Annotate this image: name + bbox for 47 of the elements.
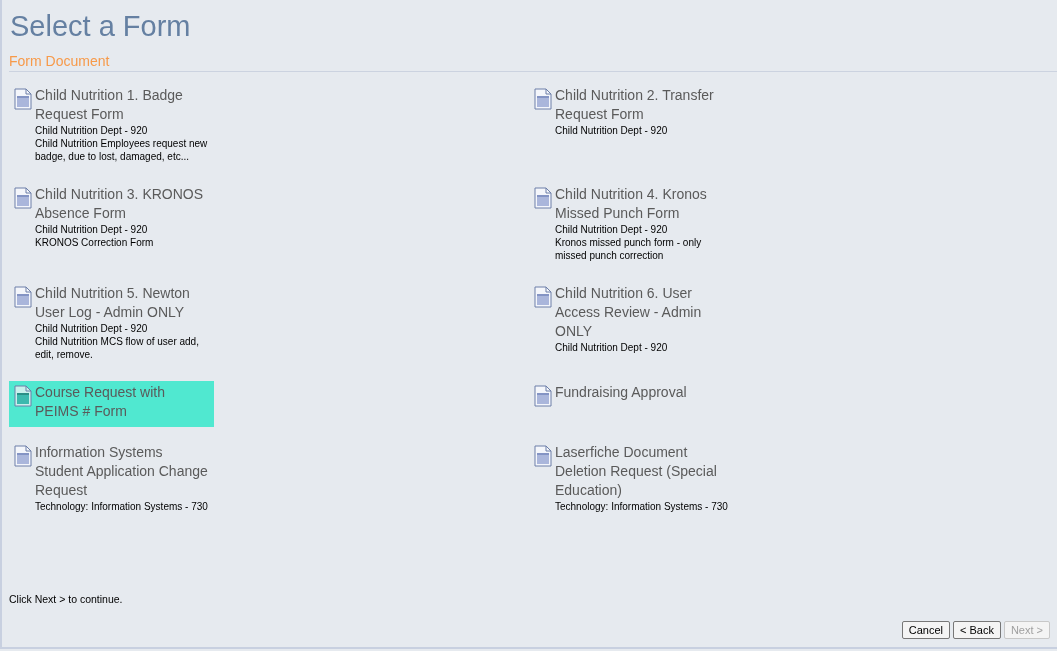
- form-title: Child Nutrition 1. Badge Request Form: [35, 86, 184, 124]
- form-item[interactable]: Course Request with PEIMS # Form: [9, 381, 214, 427]
- document-icon: [14, 385, 32, 407]
- form-item[interactable]: Child Nutrition 6. User Access Review - Admin ONLY Child Nutrition Dept - 920: [529, 282, 734, 360]
- document-icon: [14, 286, 32, 308]
- form-description: Child Nutrition Dept - 920: [555, 124, 669, 137]
- form-description: Child Nutrition Employees request new badge, due to lost, damaged, etc...: [35, 137, 209, 163]
- form-item[interactable]: Child Nutrition 3. KRONOS Absence Form Child Nutrition Dept - 920 KRONOS Correction Form: [9, 183, 214, 255]
- document-icon: [534, 88, 552, 110]
- form-title: Child Nutrition 2. Transfer Request Form: [555, 86, 715, 124]
- wizard-button[interactable]: < Back: [952, 621, 1001, 639]
- form-description: Child Nutrition MCS flow of user add, edit, remove.: [35, 335, 200, 361]
- form-title: Child Nutrition 5. Newton User Log - Admin ONLY: [35, 284, 191, 322]
- document-icon: [14, 445, 32, 467]
- form-item[interactable]: Information Systems Student Application Change Request Technology: Information Systems - 730: [9, 441, 214, 519]
- document-icon: [534, 286, 552, 308]
- document-icon: [14, 187, 32, 209]
- form-description: Child Nutrition Dept - 920: [35, 223, 149, 236]
- form-description: Child Nutrition Dept - 920: [555, 223, 669, 236]
- form-description: Child Nutrition Dept - 920: [35, 124, 149, 137]
- form-title: Course Request with PEIMS # Form: [35, 383, 166, 421]
- form-item[interactable]: Child Nutrition 1. Badge Request Form Child Nutrition Dept - 920 Child Nutrition Employees request new badge, due to lost, damaged, etc...: [9, 84, 214, 169]
- form-title: Child Nutrition 6. User Access Review - Admin ONLY: [555, 284, 703, 341]
- form-description: Technology: Information Systems - 730: [555, 500, 729, 513]
- document-icon: [534, 187, 552, 209]
- form-title: Fundraising Approval: [555, 383, 687, 402]
- instruction-text: Click Next > to continue.: [9, 593, 124, 605]
- form-title: Information Systems Student Application Change Request: [35, 443, 209, 500]
- document-icon: [534, 385, 552, 407]
- section-heading: Form Document: [9, 53, 1057, 72]
- wizard-button[interactable]: Cancel: [901, 621, 950, 639]
- document-icon: [534, 445, 552, 467]
- form-description: Child Nutrition Dept - 920: [35, 322, 149, 335]
- form-title: Child Nutrition 4. Kronos Missed Punch Form: [555, 185, 708, 223]
- form-item[interactable]: Laserfiche Document Deletion Request (Special Education) Technology: Information Systems - 730: [529, 441, 734, 519]
- form-description: Technology: Information Systems - 730: [35, 500, 209, 513]
- document-icon: [14, 88, 32, 110]
- form-description: Kronos missed punch form - only missed punch correction: [555, 236, 703, 262]
- form-description: Child Nutrition Dept - 920: [555, 341, 669, 354]
- page-title: Select a Form: [10, 9, 192, 43]
- form-description: KRONOS Correction Form: [35, 236, 155, 249]
- form-item[interactable]: Child Nutrition 5. Newton User Log - Admin ONLY Child Nutrition Dept - 920 Child Nutrition MCS flow of user add, edit, remove.: [9, 282, 214, 367]
- form-item[interactable]: Child Nutrition 4. Kronos Missed Punch Form Child Nutrition Dept - 920 Kronos missed punch form - only missed punch correction: [529, 183, 734, 268]
- form-title: Child Nutrition 3. KRONOS Absence Form: [35, 185, 205, 223]
- form-item[interactable]: Child Nutrition 2. Transfer Request Form Child Nutrition Dept - 920: [529, 84, 734, 143]
- form-item[interactable]: Fundraising Approval: [529, 381, 734, 413]
- form-title: Laserfiche Document Deletion Request (Special Education): [555, 443, 718, 500]
